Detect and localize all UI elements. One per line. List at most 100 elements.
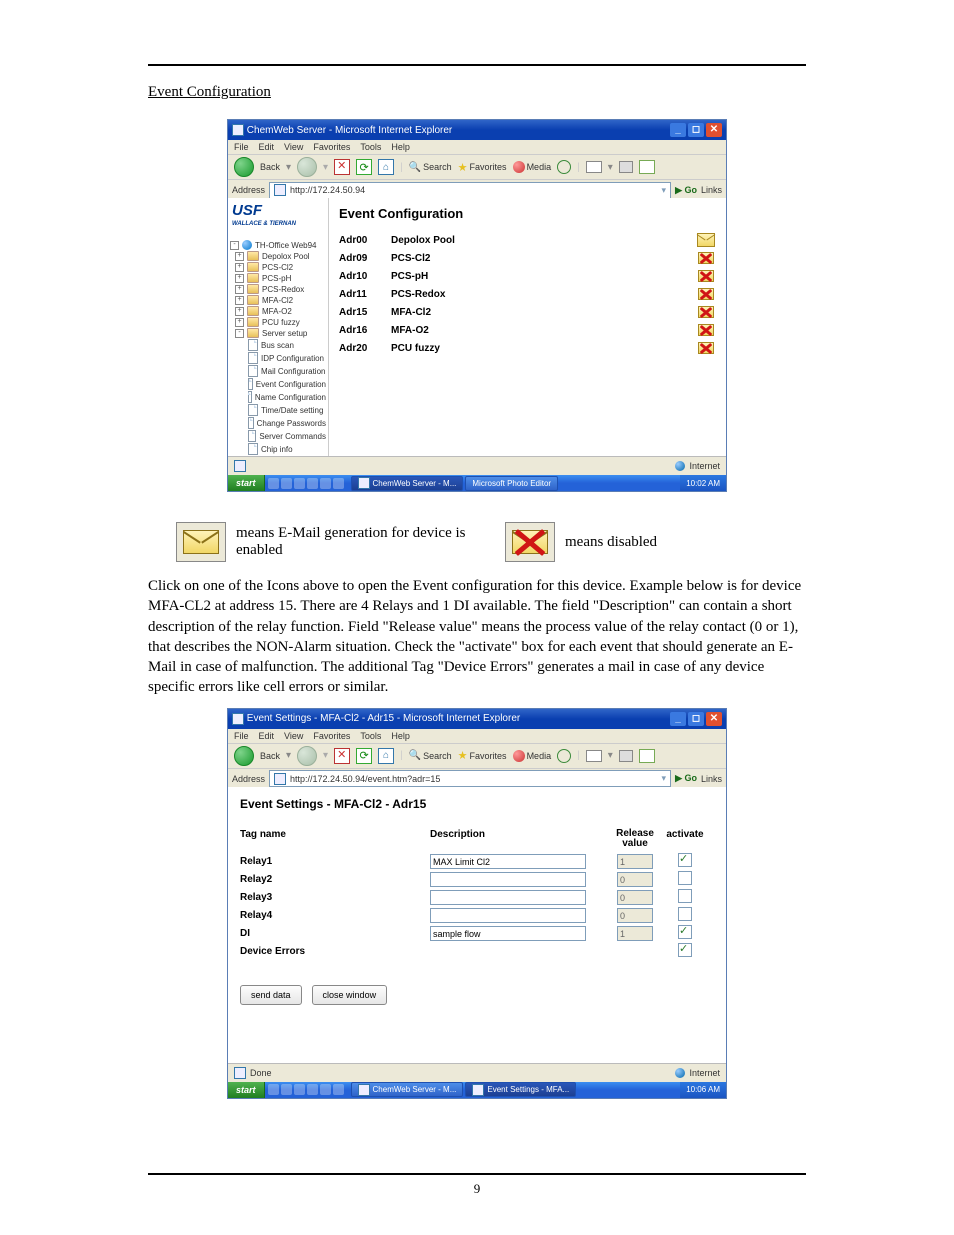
close-button[interactable]: ✕: [706, 123, 722, 137]
refresh-icon[interactable]: ⟳: [356, 159, 372, 175]
favorites-button[interactable]: Favorites: [458, 161, 507, 174]
go-button[interactable]: ▶ Go: [675, 773, 697, 784]
maximize-button[interactable]: ◻: [688, 123, 704, 137]
edit-icon[interactable]: [639, 160, 655, 174]
description-input[interactable]: [430, 926, 586, 941]
menu-view[interactable]: View: [284, 731, 303, 741]
menu-view[interactable]: View: [284, 142, 303, 152]
tree-root[interactable]: -TH-Office Web94: [230, 240, 326, 251]
taskbar-task[interactable]: Event Settings - MFA...: [465, 1082, 576, 1097]
release-value-input[interactable]: [617, 854, 653, 869]
tree-leaf[interactable]: Bus scan: [230, 339, 326, 352]
menu-help[interactable]: Help: [391, 731, 410, 741]
print-icon[interactable]: [619, 750, 633, 762]
stop-icon[interactable]: [334, 748, 350, 764]
description-input[interactable]: [430, 890, 586, 905]
envelope-disabled-icon[interactable]: [698, 323, 714, 337]
tree-leaf[interactable]: Server Commands: [230, 430, 326, 443]
menu-tools[interactable]: Tools: [360, 731, 381, 741]
tree-folder-open[interactable]: -Server setup: [230, 328, 326, 339]
minimize-button[interactable]: _: [670, 712, 686, 726]
address-input[interactable]: http://172.24.50.94▾: [269, 182, 671, 199]
tree-leaf[interactable]: Chip info: [230, 443, 326, 456]
menu-favorites[interactable]: Favorites: [313, 142, 350, 152]
activate-checkbox[interactable]: [678, 889, 692, 903]
envelope-disabled-icon[interactable]: [698, 287, 714, 301]
media-button[interactable]: Media: [513, 750, 552, 762]
tree-leaf[interactable]: Change Passwords: [230, 417, 326, 430]
menu-favorites[interactable]: Favorites: [313, 731, 350, 741]
activate-checkbox[interactable]: [678, 907, 692, 921]
tree-folder[interactable]: +MFA-O2: [230, 306, 326, 317]
history-icon[interactable]: [557, 749, 571, 763]
mail-icon[interactable]: [586, 161, 602, 173]
forward-button-icon[interactable]: [297, 746, 317, 766]
history-icon[interactable]: [557, 160, 571, 174]
menu-edit[interactable]: Edit: [259, 731, 275, 741]
tree-folder[interactable]: +Depolox Pool: [230, 251, 326, 262]
envelope-disabled-icon[interactable]: [698, 305, 714, 319]
search-button[interactable]: Search: [409, 162, 452, 173]
edit-icon[interactable]: [639, 749, 655, 763]
envelope-disabled-icon[interactable]: [698, 341, 714, 355]
home-icon[interactable]: ⌂: [378, 159, 394, 175]
address-input[interactable]: http://172.24.50.94/event.htm?adr=15▾: [269, 770, 671, 787]
tree-folder[interactable]: +PCU fuzzy: [230, 317, 326, 328]
tree-leaf[interactable]: Name Configuration: [230, 391, 326, 404]
release-value-input[interactable]: [617, 890, 653, 905]
back-button-label[interactable]: Back: [260, 751, 280, 761]
go-button[interactable]: ▶ Go: [675, 185, 697, 196]
tree-leaf[interactable]: Mail Configuration: [230, 365, 326, 378]
media-button[interactable]: Media: [513, 161, 552, 173]
tree-folder[interactable]: +PCS-pH: [230, 273, 326, 284]
description-input[interactable]: [430, 854, 586, 869]
close-button[interactable]: ✕: [706, 712, 722, 726]
menu-tools[interactable]: Tools: [360, 142, 381, 152]
release-value-input[interactable]: [617, 908, 653, 923]
forward-button-icon[interactable]: [297, 157, 317, 177]
tree-leaf[interactable]: Event Configuration: [230, 378, 326, 391]
description-input[interactable]: [430, 872, 586, 887]
taskbar-task[interactable]: ChemWeb Server - M...: [351, 1082, 464, 1097]
stop-icon[interactable]: [334, 159, 350, 175]
favorites-button[interactable]: Favorites: [458, 749, 507, 762]
home-icon[interactable]: ⌂: [378, 748, 394, 764]
send-data-button[interactable]: send data: [240, 985, 302, 1005]
links-label[interactable]: Links: [701, 774, 722, 784]
activate-checkbox[interactable]: [678, 925, 692, 939]
close-window-button[interactable]: close window: [312, 985, 388, 1005]
back-button-label[interactable]: Back: [260, 162, 280, 172]
release-value-input[interactable]: [617, 872, 653, 887]
menu-edit[interactable]: Edit: [259, 142, 275, 152]
back-button-icon[interactable]: [234, 157, 254, 177]
quick-launch[interactable]: [265, 1084, 347, 1095]
search-button[interactable]: Search: [409, 750, 452, 761]
menu-help[interactable]: Help: [391, 142, 410, 152]
maximize-button[interactable]: ◻: [688, 712, 704, 726]
tree-folder[interactable]: +MFA-Cl2: [230, 295, 326, 306]
envelope-enabled-icon[interactable]: [697, 233, 715, 247]
tree-folder[interactable]: +PCS-Redox: [230, 284, 326, 295]
print-icon[interactable]: [619, 161, 633, 173]
envelope-disabled-icon[interactable]: [698, 251, 714, 265]
start-button[interactable]: start: [228, 475, 265, 491]
release-value-input[interactable]: [617, 926, 653, 941]
minimize-button[interactable]: _: [670, 123, 686, 137]
envelope-disabled-icon[interactable]: [698, 269, 714, 283]
activate-checkbox[interactable]: [678, 853, 692, 867]
description-input[interactable]: [430, 908, 586, 923]
menu-file[interactable]: File: [234, 731, 249, 741]
quick-launch[interactable]: [265, 478, 347, 489]
refresh-icon[interactable]: ⟳: [356, 748, 372, 764]
back-button-icon[interactable]: [234, 746, 254, 766]
activate-checkbox[interactable]: [678, 871, 692, 885]
start-button[interactable]: start: [228, 1082, 265, 1098]
links-label[interactable]: Links: [701, 185, 722, 195]
taskbar-task[interactable]: ChemWeb Server - M...: [351, 476, 464, 491]
tree-leaf[interactable]: IDP Configuration: [230, 352, 326, 365]
menu-file[interactable]: File: [234, 142, 249, 152]
tree-folder[interactable]: +PCS-Cl2: [230, 262, 326, 273]
activate-checkbox[interactable]: [678, 943, 692, 957]
tree-leaf[interactable]: Time/Date setting: [230, 404, 326, 417]
mail-icon[interactable]: [586, 750, 602, 762]
